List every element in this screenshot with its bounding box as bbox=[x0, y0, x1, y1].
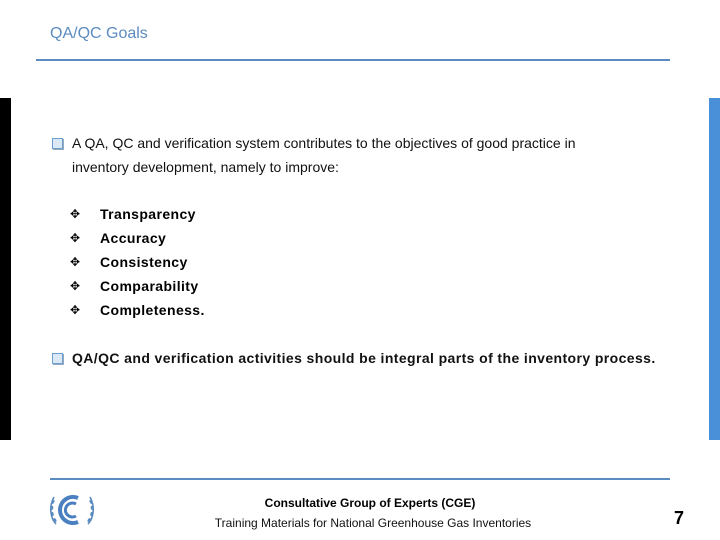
four-diamond-icon: ✥ bbox=[70, 255, 81, 269]
checkbox-square-icon bbox=[52, 353, 63, 364]
title-divider bbox=[36, 59, 670, 61]
bullet-text: QA/QC and verification activities should… bbox=[72, 350, 656, 366]
bullet-text-line2: inventory development, namely to improve… bbox=[72, 159, 339, 175]
list-item-label: Transparency bbox=[100, 206, 196, 222]
page-number: 7 bbox=[674, 508, 685, 528]
four-diamond-icon: ✥ bbox=[70, 303, 81, 317]
footer-divider bbox=[50, 478, 670, 480]
list-item-label: Comparability bbox=[100, 278, 199, 294]
list-item-label: Accuracy bbox=[100, 230, 167, 246]
footer-organization: Consultative Group of Experts (CGE) bbox=[264, 496, 476, 510]
four-diamond-icon: ✥ bbox=[70, 279, 81, 293]
left-side-bar bbox=[0, 98, 11, 440]
list-item-label: Consistency bbox=[100, 254, 188, 270]
footer-subtitle: Training Materials for National Greenhou… bbox=[214, 516, 532, 530]
list-item-label: Completeness. bbox=[100, 302, 205, 318]
four-diamond-icon: ✥ bbox=[70, 207, 81, 221]
slide-title: QA/QC Goals bbox=[50, 25, 148, 42]
checkbox-square-icon bbox=[52, 138, 63, 149]
bullet-text-line1: A QA, QC and verification system contrib… bbox=[72, 135, 576, 151]
right-side-bar bbox=[709, 98, 720, 440]
four-diamond-icon: ✥ bbox=[70, 231, 81, 245]
